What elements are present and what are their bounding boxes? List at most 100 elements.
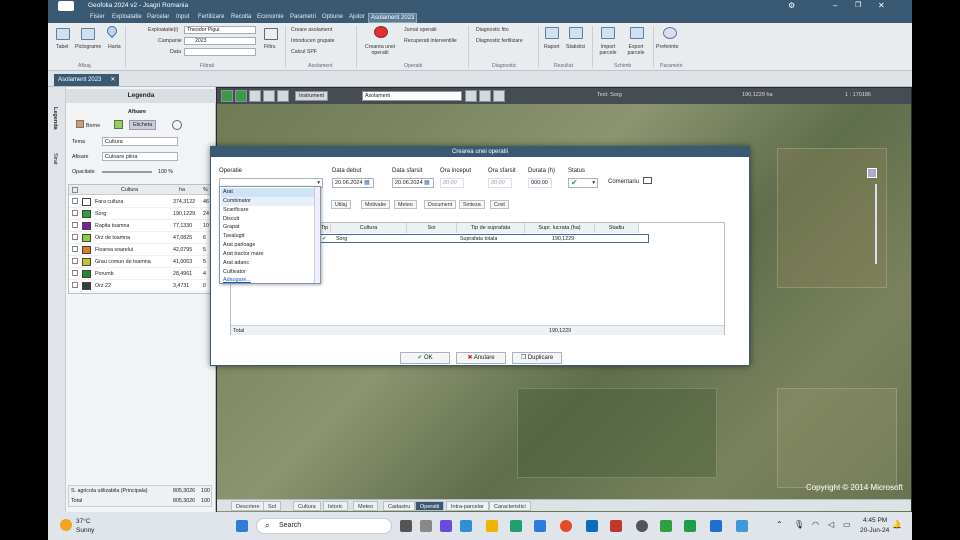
app-icon[interactable] [636,520,648,532]
settings-gear-icon[interactable] [172,120,182,130]
subtab-cost[interactable]: Cost [490,200,509,209]
notification-icon[interactable]: 🔔 [892,520,902,529]
tab-caracteristici[interactable]: Caracteristici [489,501,531,511]
durata-input[interactable]: 000:00 [528,178,552,188]
tab-sol[interactable]: Sol [263,501,281,511]
dropdown-option[interactable]: Tavalugit [221,232,314,241]
dropdown-option[interactable]: Arat adanc [221,259,314,268]
duplicare-button[interactable]: ❐ Duplicare [512,352,562,364]
filter-icon[interactable] [264,28,278,40]
report-icon[interactable] [545,27,559,39]
legend-row[interactable]: Fara cultura 374,3122 46 [69,196,211,208]
opacity-slider[interactable] [102,171,152,173]
map-field[interactable] [517,388,717,478]
edit-icon[interactable] [249,90,261,102]
asolament-item-2[interactable]: Calcul SPF [291,49,317,55]
close-button[interactable]: ✕ [878,1,885,10]
menu-parametri[interactable]: Parametri [288,13,318,21]
data-range-select[interactable] [184,48,256,56]
calendar-icon[interactable]: ▦ [424,179,430,186]
gear-icon[interactable] [663,27,677,39]
jurnal-item-1[interactable]: Recuperati interventiile [404,38,457,44]
export-icon[interactable] [630,27,644,39]
dropdown-option[interactable]: Arat tractor mare [221,250,314,259]
asolament-item-0[interactable]: Creare asolament [291,27,332,33]
diagnostic-item-0[interactable]: Diagnostic fito [476,27,509,33]
tab-intra-parcelar[interactable]: Intra-parcelar [446,501,489,511]
legend-row[interactable]: Grau comun de toamna 41,0063 5 [69,256,211,268]
dropdown-option[interactable]: Arat [221,188,314,197]
clock-time[interactable]: 4:45 PM [863,517,887,524]
eticheta-toggle[interactable]: Eticheta [129,120,157,130]
vtab-legenda[interactable]: Legenda [52,107,58,130]
menu-input[interactable]: Input [174,13,191,21]
menu-recolta[interactable]: Recolta [229,13,253,21]
app-icon[interactable] [710,520,722,532]
tab-istoric[interactable]: Istoric [323,501,348,511]
tab-cadastru[interactable]: Cadastru [383,501,416,511]
microphone-icon[interactable]: 🎙 [794,520,804,529]
subtab-document[interactable]: Document [424,200,457,209]
app-icon[interactable] [534,520,546,532]
dropdown-option[interactable]: Arat parloage [221,241,314,250]
subtab-meteo[interactable]: Meteo [394,200,417,209]
tabel-button[interactable]: Tabel [56,44,68,50]
menu-optiune[interactable]: Optiune [320,13,345,21]
taskbar-search[interactable]: ⌕ Search [256,518,392,534]
ok-button[interactable]: ✔ OK [400,352,450,364]
tema-select[interactable]: Cultura [102,137,178,146]
menu-ajutor[interactable]: Ajutor [347,13,367,21]
statistici-button[interactable]: Statistici [566,44,585,50]
close-icon[interactable] [493,90,505,102]
filtru-button[interactable]: Filtru [264,44,276,50]
borne-icon[interactable] [76,120,84,128]
menu-fisier[interactable]: Fisier [88,13,107,21]
widgets-icon[interactable] [420,520,432,532]
restore-button[interactable]: ❐ [855,1,861,9]
app-icon[interactable] [684,520,696,532]
subtab-utilaj[interactable]: Utilaj [331,200,351,209]
dropdown-option[interactable]: Grapat [221,223,314,232]
adaugare-link[interactable]: Adaugare... [221,276,314,285]
asolament-item-1[interactable]: Introduceri grupate [291,38,335,44]
row-checkbox[interactable] [72,246,78,252]
menu-asolament-2023[interactable]: Asolament 2023 [368,13,418,23]
app-icon[interactable] [736,520,748,532]
comment-icon[interactable] [643,177,652,184]
search-icon[interactable] [465,90,477,102]
tab-operatii[interactable]: Operatii [415,501,445,511]
table-row[interactable]: ✔ Sorg Suprafata totala 190,1229 [319,234,649,243]
windows-start-icon[interactable] [236,520,248,532]
anulare-button[interactable]: ✖ Anulare [456,352,506,364]
zoom-search-icon[interactable] [479,90,491,102]
close-tab-icon[interactable]: ✕ [110,74,115,86]
select-all-checkbox[interactable] [72,187,78,193]
exploatatie-select[interactable]: Theodor Pigui [184,26,256,34]
legend-row[interactable]: Sorg 190,1229 24 [69,208,211,220]
diagnostic-item-1[interactable]: Diagnostic fertilizare [476,38,523,44]
row-checkbox[interactable] [72,282,78,288]
tab-meteo[interactable]: Meteo [353,501,379,511]
legend-row[interactable]: Orz 22 3,4731 0 [69,280,211,292]
edge-icon[interactable] [510,520,522,532]
legend-row[interactable]: Porumb 28,4961 4 [69,268,211,280]
minimize-button[interactable]: – [833,1,837,10]
jurnal-item-0[interactable]: Jurnal operatii [404,27,437,33]
layer-icon[interactable] [114,120,123,129]
chrome-icon[interactable] [560,520,572,532]
tab-asolament-2023[interactable]: Asolament 2023 ✕ [54,74,120,86]
dropdown-option[interactable]: Combinator [221,196,314,206]
instrument-button[interactable]: Instrument [295,91,329,101]
afisare-select[interactable]: Culoare plina [102,152,178,161]
map-pin-icon[interactable] [104,23,120,39]
preferinte-button[interactable]: Preferinte [656,44,679,50]
map-field[interactable] [777,388,897,488]
statistics-icon[interactable] [569,27,583,39]
add-icon[interactable] [221,90,233,102]
dropdown-option[interactable]: Discuit [221,215,314,224]
subtab-sinteza[interactable]: Sinteza [459,200,485,209]
create-operation-icon[interactable] [374,26,388,38]
remove-icon[interactable] [235,90,247,102]
tab-descriere[interactable]: Descriere [231,501,265,511]
app-icon[interactable] [460,520,472,532]
